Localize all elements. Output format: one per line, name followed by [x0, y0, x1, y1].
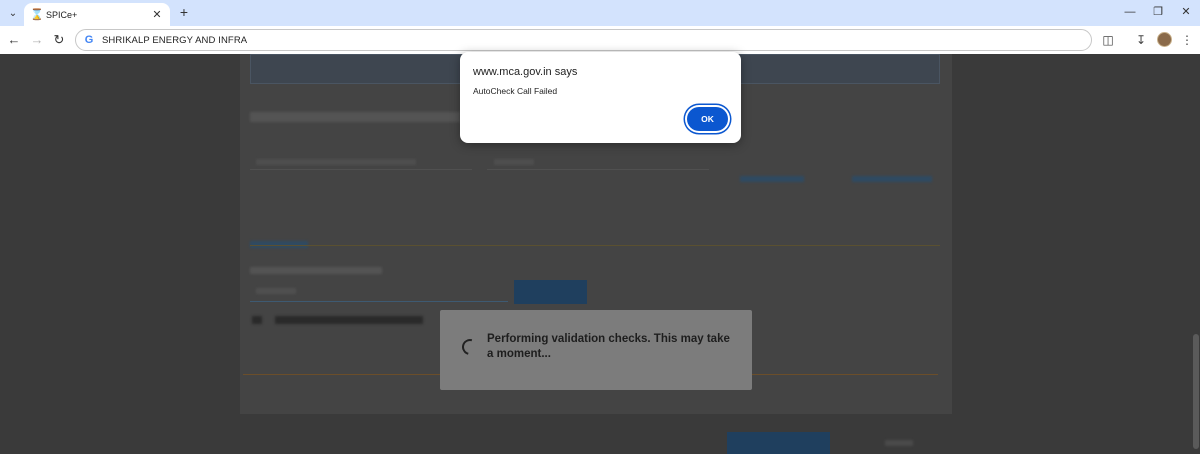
download-icon[interactable]: ↧ [1133, 32, 1149, 48]
dialog-message: AutoCheck Call Failed [473, 86, 558, 96]
restore-icon[interactable]: ❐ [1148, 4, 1168, 20]
loading-message: Performing validation checks. This may t… [487, 333, 730, 360]
scrollbar-thumb[interactable] [1193, 334, 1199, 449]
blurred-text [275, 316, 423, 324]
scrollbar[interactable] [1192, 54, 1200, 454]
browser-toolbar: ← → ↻ G SHRIKALP ENERGY AND INFRA ◫ ↧ ⋮ [0, 26, 1200, 54]
puzzle-icon[interactable]: ◫ [1100, 32, 1116, 48]
address-bar[interactable]: G SHRIKALP ENERGY AND INFRA [75, 29, 1092, 51]
arrow-left-icon[interactable]: ← [6, 32, 22, 48]
reload-icon[interactable]: ↻ [51, 32, 67, 48]
minimize-icon[interactable]: — [1120, 4, 1140, 20]
plus-icon[interactable]: + [176, 4, 192, 20]
blurred-submit-button [727, 432, 830, 454]
blurred-link [885, 440, 913, 446]
close-icon[interactable]: ✕ [150, 8, 164, 21]
blurred-field-text [494, 159, 534, 165]
blurred-label [250, 267, 382, 274]
kebab-menu-icon[interactable]: ⋮ [1179, 32, 1195, 48]
arrow-right-icon[interactable]: → [29, 32, 45, 48]
avatar[interactable] [1157, 32, 1172, 47]
blurred-input-text [256, 288, 296, 294]
blurred-heading [250, 112, 460, 122]
blurred-field-text [256, 159, 416, 165]
blurred-link [852, 176, 932, 182]
chevron-down-icon[interactable]: ⌄ [4, 4, 22, 22]
tab-title: SPICe+ [46, 9, 78, 20]
hourglass-icon: ⌛ [30, 8, 44, 21]
dialog-title: www.mca.gov.in says [473, 66, 578, 78]
spinner-icon [459, 336, 481, 358]
address-bar-text[interactable]: SHRIKALP ENERGY AND INFRA [102, 35, 247, 46]
blurred-link [740, 176, 804, 182]
tab-strip: ⌄ ⌛ SPICe+ ✕ + — ❐ ✕ [0, 0, 1200, 26]
alert-dialog: www.mca.gov.in says AutoCheck Call Faile… [460, 52, 741, 143]
section-divider [250, 245, 940, 246]
blurred-icon [252, 316, 262, 324]
loading-modal: Performing validation checks. This may t… [440, 310, 752, 390]
browser-tab[interactable]: ⌛ SPICe+ ✕ [24, 3, 170, 26]
blurred-button [514, 280, 587, 304]
ok-button[interactable]: OK [687, 107, 728, 131]
google-icon: G [84, 34, 94, 46]
window-close-icon[interactable]: ✕ [1176, 4, 1196, 20]
